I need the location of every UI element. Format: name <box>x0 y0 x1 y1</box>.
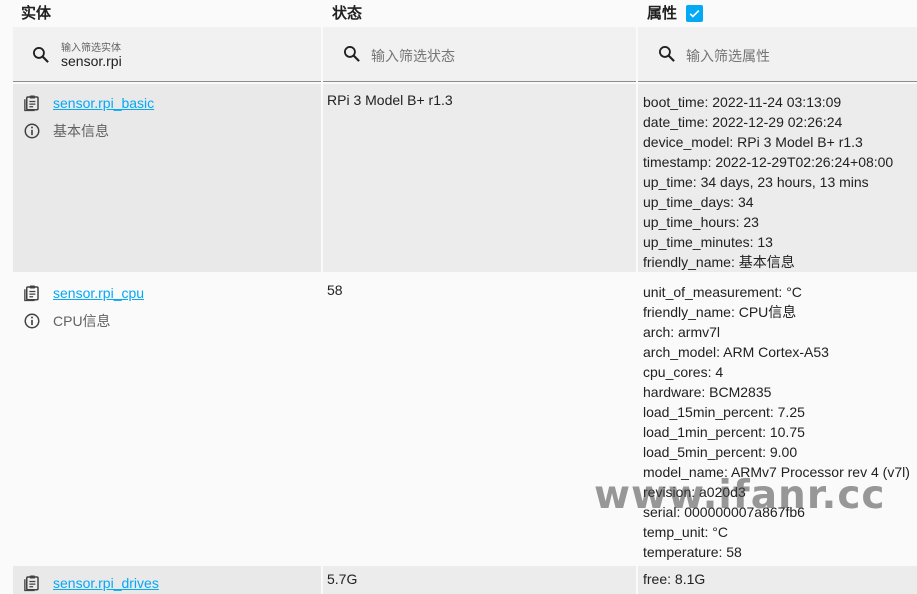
column-header-state: 状态 <box>332 5 363 22</box>
watermark: www.ifanr.cc <box>594 473 886 518</box>
attribute-line: arch: armv7l <box>643 324 721 340</box>
attribute-line: up_time: 34 days, 23 hours, 13 mins <box>643 174 869 190</box>
entity-friendly-name: 基本信息 <box>53 123 109 139</box>
entity-filter-field[interactable]: 输入筛选实体 sensor.rpi <box>13 27 321 82</box>
attribute-line: load_15min_percent: 7.25 <box>643 404 805 420</box>
entity-id-link[interactable]: sensor.rpi_cpu <box>53 285 144 301</box>
check-icon <box>689 9 700 18</box>
info-icon[interactable] <box>23 312 41 330</box>
state-value: 5.7G <box>327 571 358 587</box>
attribute-line: up_time_minutes: 13 <box>643 234 773 250</box>
search-icon <box>344 46 360 62</box>
state-cell: 5.7G <box>323 566 636 594</box>
column-header-attributes: 属性 <box>647 0 704 27</box>
attributes-list: boot_time: 2022-11-24 03:13:09 date_time… <box>643 92 893 272</box>
attributes-cell: boot_time: 2022-11-24 03:13:09 date_time… <box>638 84 917 272</box>
state-value: 58 <box>327 282 343 298</box>
table-row: sensor.rpi_basic 基本信息 RPi 3 Model B+ r1.… <box>13 84 917 272</box>
table-row: sensor.rpi_cpu CPU信息 58 unit_of_measurem… <box>13 274 917 564</box>
attribute-line: up_time_days: 34 <box>643 194 754 210</box>
attribute-line: free: 8.1G <box>643 571 706 587</box>
entity-filter-input[interactable]: sensor.rpi <box>61 53 122 69</box>
attribute-line: cpu_cores: 4 <box>643 364 724 380</box>
attribute-line: load_1min_percent: 10.75 <box>643 424 805 440</box>
table-row: sensor.rpi_drives 5.7G free: 8.1G <box>13 566 917 594</box>
state-filter-field[interactable]: 输入筛选状态 <box>323 27 636 82</box>
clipboard-icon[interactable] <box>23 574 41 592</box>
attributes-filter-input[interactable]: 输入筛选属性 <box>686 46 770 66</box>
state-value: RPi 3 Model B+ r1.3 <box>327 92 453 108</box>
clipboard-icon[interactable] <box>23 94 41 112</box>
attribute-line: friendly_name: CPU信息 <box>643 304 797 320</box>
attribute-line: hardware: BCM2835 <box>643 384 772 400</box>
attribute-line: arch_model: ARM Cortex-A53 <box>643 344 829 360</box>
attribute-line: unit_of_measurement: °C <box>643 284 802 300</box>
attributes-cell: unit_of_measurement: °C friendly_name: C… <box>638 274 917 564</box>
attribute-line: temp_unit: °C <box>643 524 728 540</box>
search-icon <box>33 47 49 63</box>
attribute-line: date_time: 2022-12-29 02:26:24 <box>643 114 843 130</box>
entity-friendly-name: CPU信息 <box>53 313 111 329</box>
entity-id-link[interactable]: sensor.rpi_basic <box>53 95 154 111</box>
attributes-cell: free: 8.1G <box>638 566 917 594</box>
entity-id-link[interactable]: sensor.rpi_drives <box>53 575 159 591</box>
entity-cell: sensor.rpi_drives <box>13 566 321 594</box>
state-cell: RPi 3 Model B+ r1.3 <box>323 84 636 272</box>
attributes-list: unit_of_measurement: °C friendly_name: C… <box>643 282 910 562</box>
attributes-list: free: 8.1G <box>643 569 705 589</box>
entity-cell: sensor.rpi_basic 基本信息 <box>13 84 321 272</box>
column-header-attributes-label: 属性 <box>647 5 678 22</box>
attribute-line: load_5min_percent: 9.00 <box>643 444 798 460</box>
clipboard-icon[interactable] <box>23 284 41 302</box>
entity-filter-label: 输入筛选实体 <box>61 43 121 54</box>
attributes-filter-field[interactable]: 输入筛选属性 <box>638 27 917 82</box>
info-icon[interactable] <box>23 122 41 140</box>
state-cell: 58 <box>323 274 636 564</box>
attribute-line: temperature: 58 <box>643 544 742 560</box>
attribute-line: device_model: RPi 3 Model B+ r1.3 <box>643 134 863 150</box>
column-header-entity: 实体 <box>21 5 52 22</box>
show-attributes-checkbox[interactable] <box>686 5 704 22</box>
entity-cell: sensor.rpi_cpu CPU信息 <box>13 274 321 564</box>
attribute-line: friendly_name: 基本信息 <box>643 254 795 270</box>
attribute-line: timestamp: 2022-12-29T02:26:24+08:00 <box>643 154 894 170</box>
attribute-line: boot_time: 2022-11-24 03:13:09 <box>643 94 842 110</box>
attribute-line: up_time_hours: 23 <box>643 214 759 230</box>
search-icon <box>659 46 675 62</box>
state-filter-input[interactable]: 输入筛选状态 <box>371 46 455 66</box>
